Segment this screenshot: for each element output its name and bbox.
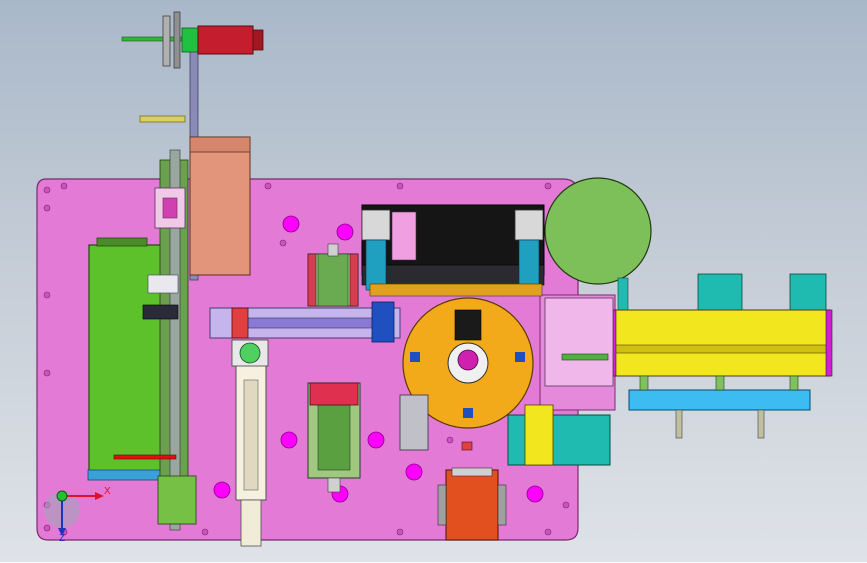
- slide-end-block: [371, 301, 395, 343]
- axis-z-label: Z: [59, 533, 66, 544]
- column-feet: [157, 475, 197, 525]
- cad-viewport[interactable]: X Z: [0, 0, 867, 562]
- assembly-drawing[interactable]: [0, 0, 867, 562]
- teal-tab-2: [789, 273, 827, 313]
- probe-5: [789, 375, 799, 391]
- pulley-1: [162, 15, 171, 67]
- motor-end-cap: [252, 29, 264, 51]
- yellow-rail: [613, 309, 831, 377]
- round-plate: [544, 177, 652, 285]
- cylinder-unit-bottom: [307, 382, 361, 493]
- vertical-slide-rail: [243, 379, 259, 491]
- probe-1: [675, 409, 683, 439]
- small-grey-cylinder: [399, 394, 429, 451]
- rotary-square-2: [515, 352, 525, 362]
- motor-coupling: [181, 27, 199, 53]
- rotary-core: [457, 349, 479, 371]
- input-shaft: [121, 36, 183, 42]
- housing-post-left: [361, 209, 391, 291]
- slide-red-block: [231, 307, 249, 339]
- housing-gear-row: [369, 283, 543, 297]
- cyan-bar: [628, 389, 811, 411]
- yellow-shaft: [139, 115, 186, 123]
- coordinate-triad: X Z: [40, 478, 120, 558]
- salmon-block-top: [189, 136, 251, 153]
- housing-pink-panel: [391, 211, 417, 261]
- slide-rail: [247, 317, 379, 329]
- housing-post-right: [514, 209, 544, 291]
- green-frame-top: [96, 237, 148, 247]
- motor-body: [197, 25, 254, 55]
- green-sensor: [561, 353, 609, 361]
- probe-3: [639, 375, 649, 391]
- red-rod: [113, 454, 177, 460]
- vertical-slide-roller: [239, 342, 261, 364]
- rotary-indexer: [454, 309, 482, 341]
- teal-insert: [524, 404, 554, 466]
- teal-block: [507, 414, 611, 466]
- black-cylinder: [142, 304, 179, 320]
- salmon-block: [189, 136, 251, 276]
- rotary-square-3: [463, 408, 473, 418]
- axis-x-label: X: [104, 486, 111, 497]
- probe-2: [757, 409, 765, 439]
- feeder-bracket: [617, 277, 629, 314]
- clamp-insert: [162, 197, 178, 219]
- rotary-square-1: [410, 352, 420, 362]
- housing-top-plate: [361, 264, 545, 286]
- yellow-rail-band: [613, 344, 831, 354]
- vertical-slide-tip: [240, 499, 262, 547]
- pink-platform: [544, 297, 614, 387]
- small-white-bracket: [147, 274, 179, 294]
- teal-tab-1: [697, 273, 743, 313]
- pulley-2: [173, 11, 181, 69]
- yellow-rail-cap-right: [825, 309, 833, 377]
- probe-4: [715, 375, 725, 391]
